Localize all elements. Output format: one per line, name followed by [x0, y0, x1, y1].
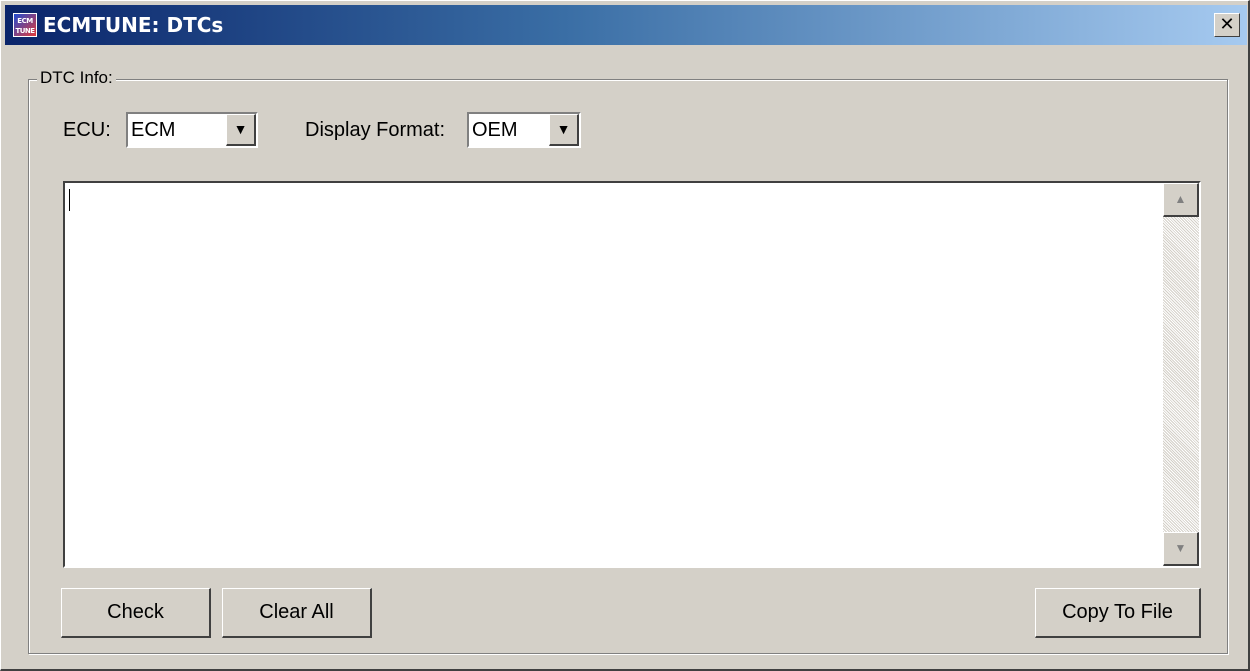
ecu-selected-value: ECM: [131, 119, 176, 141]
dtc-output-textarea[interactable]: ▲ ▼: [63, 181, 1201, 568]
copy-to-file-button[interactable]: Copy To File: [1035, 588, 1201, 638]
ecu-select[interactable]: ECM ▼: [126, 112, 258, 148]
display-format-label: Display Format:: [305, 119, 446, 141]
ecmtune-app-icon: ECM TUNE: [13, 13, 37, 37]
display-format-selected-value: OEM: [472, 119, 518, 141]
text-caret: [69, 189, 70, 211]
display-format-select[interactable]: OEM ▼: [467, 112, 581, 148]
vertical-scrollbar[interactable]: ▲ ▼: [1163, 183, 1199, 566]
close-icon: ✕: [1219, 14, 1235, 34]
check-button[interactable]: Check: [61, 588, 211, 638]
window-title: ECMTUNE: DTCs: [43, 13, 224, 37]
dtc-info-legend: DTC Info:: [37, 68, 116, 88]
display-format-dropdown-button[interactable]: ▼: [549, 114, 579, 146]
close-button[interactable]: ✕: [1214, 13, 1240, 37]
chevron-down-icon: ▼: [233, 121, 248, 137]
scroll-down-button[interactable]: ▼: [1163, 532, 1199, 566]
arrow-up-icon: ▲: [1174, 192, 1187, 206]
ecu-label: ECU:: [63, 119, 111, 141]
dtc-window: ECM TUNE ECMTUNE: DTCs ✕ DTC Info: ECU: …: [0, 0, 1250, 671]
ecu-dropdown-button[interactable]: ▼: [226, 114, 256, 146]
arrow-down-icon: ▼: [1174, 541, 1187, 555]
scroll-up-button[interactable]: ▲: [1163, 183, 1199, 217]
chevron-down-icon: ▼: [556, 121, 571, 137]
clear-all-button[interactable]: Clear All: [222, 588, 372, 638]
title-bar[interactable]: ECM TUNE ECMTUNE: DTCs ✕: [5, 5, 1247, 45]
